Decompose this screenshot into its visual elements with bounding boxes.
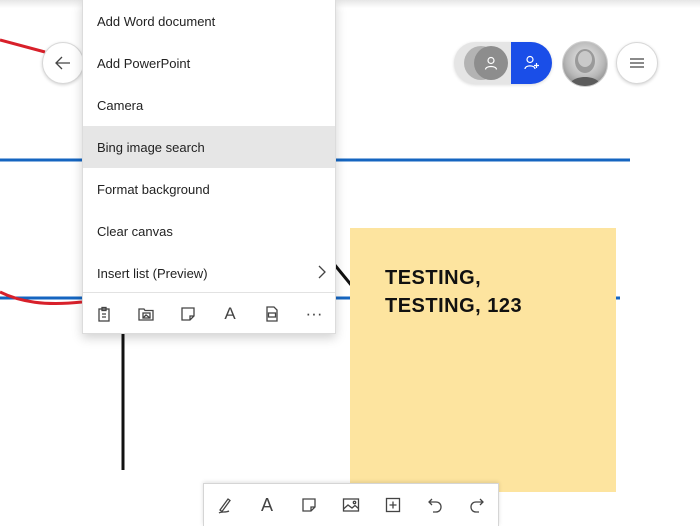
more-icon: ··· — [305, 303, 323, 323]
note-button[interactable] — [292, 488, 326, 522]
menu-item-add-word-document[interactable]: Add Word document — [83, 0, 335, 42]
add-person-icon — [523, 55, 539, 70]
menu-item-label: Bing image search — [97, 139, 205, 155]
sticky-note-icon — [302, 498, 316, 512]
bottom-toolbar: A — [203, 483, 499, 526]
participants-toggle[interactable] — [454, 42, 552, 84]
sticky-note[interactable]: TESTING, TESTING, 123 — [350, 228, 616, 492]
text-icon: A — [260, 494, 273, 515]
user-avatar[interactable] — [562, 41, 608, 87]
menu-item-label: Insert list (Preview) — [97, 265, 208, 281]
back-arrow-icon — [55, 56, 70, 70]
chevron-right-icon — [318, 265, 326, 279]
add-box-icon — [385, 497, 401, 513]
menu-item-add-powerpoint[interactable]: Add PowerPoint — [83, 42, 335, 84]
pen-button[interactable] — [208, 488, 242, 522]
menu-item-label: Clear canvas — [97, 223, 173, 239]
pdf-icon — [266, 305, 278, 322]
menu-item-format-background[interactable]: Format background — [83, 168, 335, 210]
clipboard-icon — [98, 306, 110, 322]
pen-icon — [218, 498, 231, 514]
participant-chip — [474, 46, 508, 80]
menu-button[interactable] — [616, 42, 658, 84]
menu-item-label: Camera — [97, 97, 144, 113]
insert-pdf-button[interactable] — [251, 293, 293, 334]
insert-context-menu: Add Word document Add PowerPoint Camera … — [82, 0, 336, 334]
red-ink-stroke-top — [0, 38, 46, 54]
menu-item-insert-list[interactable]: Insert list (Preview) — [83, 252, 335, 294]
paste-button[interactable] — [83, 293, 125, 334]
invite-button[interactable] — [511, 42, 552, 84]
redo-icon — [470, 498, 484, 513]
undo-button[interactable] — [418, 488, 452, 522]
menu-item-label: Add Word document — [97, 13, 216, 29]
menu-item-bing-image-search[interactable]: Bing image search — [83, 126, 335, 168]
more-options-button[interactable]: ··· — [293, 293, 335, 334]
add-text-button[interactable]: A — [209, 293, 251, 334]
sticky-note-text[interactable]: TESTING, TESTING, 123 — [385, 264, 585, 320]
insert-image-file-button[interactable] — [125, 293, 167, 334]
folder-image-icon — [138, 307, 154, 321]
undo-icon — [428, 498, 442, 513]
text-button[interactable]: A — [250, 488, 284, 522]
back-button[interactable] — [42, 42, 84, 84]
text-icon: A — [224, 303, 236, 323]
menu-icon-bar: A ··· — [83, 292, 335, 334]
menu-item-camera[interactable]: Camera — [83, 84, 335, 126]
sticky-note-icon — [181, 306, 195, 321]
hamburger-icon — [630, 58, 644, 68]
add-note-button[interactable] — [167, 293, 209, 334]
image-icon — [342, 498, 360, 512]
menu-item-label: Format background — [97, 181, 210, 197]
redo-button[interactable] — [460, 488, 494, 522]
menu-item-clear-canvas[interactable]: Clear canvas — [83, 210, 335, 252]
avatar-photo — [569, 49, 601, 86]
insert-button[interactable] — [376, 488, 410, 522]
menu-item-label: Add PowerPoint — [97, 55, 191, 71]
image-button[interactable] — [334, 488, 368, 522]
person-icon — [484, 56, 498, 70]
